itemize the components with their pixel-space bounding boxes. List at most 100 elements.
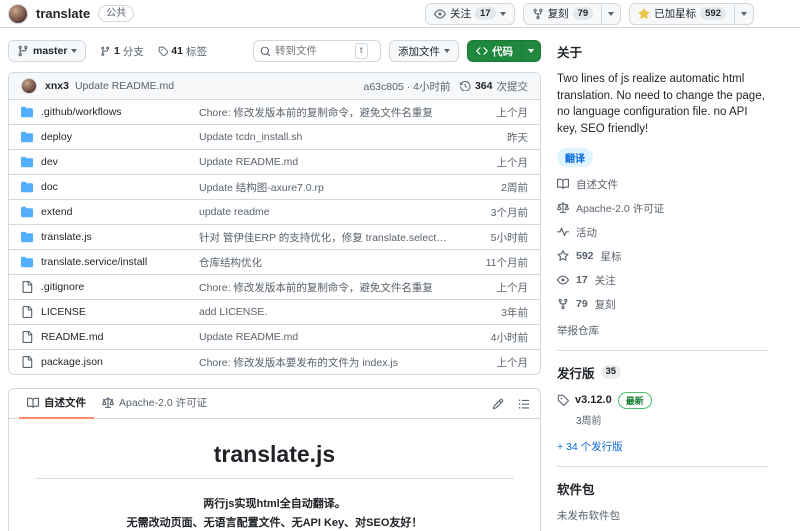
table-row[interactable]: README.md Update README.md 4小时前	[9, 324, 540, 349]
repo-actions: 关注 17 复刻 79 已加星标 592	[424, 2, 754, 25]
star-dropdown-button[interactable]	[735, 2, 754, 25]
commit-message-link[interactable]: Update README.md	[199, 156, 462, 168]
tags-label: 标签	[185, 45, 207, 58]
table-row[interactable]: translate.js 针对 管伊佳ERP 的支持优化，修复 translate…	[9, 224, 540, 249]
commit-message-link[interactable]: add LICENSE.	[199, 306, 462, 318]
tab-readme[interactable]: 自述文件	[19, 389, 94, 419]
file-name-cell[interactable]: translate.service/install	[21, 256, 199, 268]
sidebar-meta-item-repo-forked[interactable]: 79 复刻	[557, 297, 769, 312]
file-name-link[interactable]: package.json	[41, 356, 103, 368]
table-row[interactable]: .gitignore Chore: 修改发版本前的复制命令，避免文件名重复 上个月	[9, 274, 540, 299]
law-icon	[102, 396, 114, 409]
commit-message-link[interactable]: 仓库结构优化	[199, 255, 462, 270]
repo-meta-list: 自述文件 Apache-2.0 许可证 活动 592 星标 17 关注 79 复刻	[557, 177, 769, 312]
star-button[interactable]: 已加星标 592	[629, 2, 735, 25]
tab-license[interactable]: Apache-2.0 许可证	[94, 389, 215, 419]
more-releases-link[interactable]: + 34 个发行版	[557, 439, 769, 454]
file-name-link[interactable]: LICENSE	[41, 306, 86, 318]
readme-tagline-line2: 无需改动页面、无语言配置文件、无API Key、对SEO友好！	[126, 516, 423, 529]
topic-chip[interactable]: 翻译	[557, 147, 593, 167]
file-name-link[interactable]: deploy	[41, 131, 72, 143]
table-row[interactable]: doc Update 结构图-axure7.0.rp 2周前	[9, 174, 540, 199]
sidebar-meta-item-pulse[interactable]: 活动	[557, 225, 769, 240]
file-name-cell[interactable]: deploy	[21, 131, 199, 143]
table-row[interactable]: extend update readme 3个月前	[9, 199, 540, 224]
commits-count: 364	[474, 80, 493, 92]
star-button-group: 已加星标 592	[629, 2, 754, 25]
commits-label: 次提交	[496, 80, 529, 93]
file-name-link[interactable]: translate.js	[41, 231, 92, 243]
fork-button[interactable]: 复刻 79	[522, 2, 603, 25]
repo-title[interactable]: translate	[36, 6, 90, 21]
releases-title[interactable]: 发行版 35	[557, 363, 769, 382]
file-name-link[interactable]: translate.service/install	[41, 256, 147, 268]
commit-message-link[interactable]: Update 结构图-axure7.0.rp	[199, 180, 462, 195]
table-row[interactable]: .github/workflows Chore: 修改发版本前的复制命令，避免文件…	[9, 99, 540, 124]
file-name-cell[interactable]: dev	[21, 156, 199, 168]
file-name-cell[interactable]: translate.js	[21, 231, 199, 243]
fork-dropdown-button[interactable]	[602, 2, 622, 25]
file-name-link[interactable]: doc	[41, 181, 58, 193]
table-row[interactable]: LICENSE add LICENSE. 3年前	[9, 299, 540, 324]
sidebar-meta-item-law[interactable]: Apache-2.0 许可证	[557, 201, 769, 216]
code-dropdown-button[interactable]	[522, 40, 541, 62]
table-row[interactable]: deploy Update tcdn_install.sh 昨天	[9, 124, 540, 149]
commit-message-link[interactable]: Update tcdn_install.sh	[199, 131, 462, 143]
file-name-link[interactable]: README.md	[41, 331, 103, 343]
commit-message-link[interactable]: update readme	[199, 206, 462, 218]
latest-release[interactable]: v3.12.0 最新	[557, 391, 769, 409]
file-name-link[interactable]: .gitignore	[41, 281, 84, 293]
branch-icon	[100, 46, 111, 57]
star-icon	[557, 250, 569, 262]
file-name-cell[interactable]: extend	[21, 206, 199, 218]
go-to-file-search[interactable]: t	[253, 40, 381, 62]
commit-hash[interactable]: a63c805	[363, 81, 403, 93]
commit-message-link[interactable]: Chore: 修改发版本前的复制命令，避免文件名重复	[199, 105, 462, 120]
pulse-icon	[557, 226, 569, 238]
commit-message-link[interactable]: Chore: 修改发版本前的复制命令，避免文件名重复	[199, 280, 462, 295]
sidebar-meta-item-star[interactable]: 592 星标	[557, 249, 769, 264]
commit-author[interactable]: xnx3	[45, 80, 69, 92]
edit-pencil-icon[interactable]	[492, 398, 504, 410]
file-name-cell[interactable]: LICENSE	[21, 306, 199, 318]
report-repository-link[interactable]: 举报仓库	[557, 323, 769, 338]
code-button[interactable]: 代码	[467, 40, 522, 62]
commit-hash-time[interactable]: a63c805 · 4小时前	[363, 79, 450, 94]
file-name-cell[interactable]: .gitignore	[21, 281, 199, 293]
sidebar-meta-item-book[interactable]: 自述文件	[557, 177, 769, 192]
commit-message[interactable]: Update README.md	[75, 80, 174, 92]
file-name-cell[interactable]: package.json	[21, 356, 199, 368]
commit-author-avatar[interactable]	[21, 78, 37, 94]
branch-selector[interactable]: master	[8, 40, 87, 62]
file-name-cell[interactable]: README.md	[21, 331, 199, 343]
tags-link[interactable]: 41 标签	[158, 44, 207, 59]
file-name-cell[interactable]: .github/workflows	[21, 106, 199, 118]
release-time: 3周前	[576, 415, 602, 427]
file-name-cell[interactable]: doc	[21, 181, 199, 193]
branches-link[interactable]: 1 分支	[100, 44, 144, 59]
add-file-button[interactable]: 添加文件	[389, 40, 459, 62]
file-age: 3个月前	[490, 206, 528, 219]
eye-icon	[434, 8, 446, 20]
commit-message-link[interactable]: Update README.md	[199, 331, 462, 343]
watch-label: 关注	[449, 8, 471, 20]
table-row[interactable]: translate.service/install 仓库结构优化 11个月前	[9, 249, 540, 274]
watch-button[interactable]: 关注 17	[424, 2, 515, 25]
file-name-link[interactable]: extend	[41, 206, 73, 218]
file-name-link[interactable]: .github/workflows	[41, 106, 122, 118]
outline-list-icon[interactable]	[518, 398, 530, 410]
search-input[interactable]	[275, 45, 355, 57]
sidebar-meta-item-eye[interactable]: 17 关注	[557, 273, 769, 288]
repo-owner-avatar[interactable]	[8, 3, 28, 24]
release-version[interactable]: v3.12.0	[575, 394, 612, 406]
commit-message-link[interactable]: 针对 管伊佳ERP 的支持优化，修复 translate.selectLangu…	[199, 230, 462, 245]
folder-icon	[21, 131, 33, 143]
file-name-link[interactable]: dev	[41, 156, 58, 168]
latest-commit-bar: xnx3 Update README.md a63c805 · 4小时前 364…	[9, 73, 540, 99]
commit-message-link[interactable]: Chore: 修改发版本要发布的文件为 index.js	[199, 355, 462, 370]
commit-history-link[interactable]: 364 次提交	[460, 79, 528, 94]
chevron-down-icon	[444, 49, 450, 53]
table-row[interactable]: package.json Chore: 修改发版本要发布的文件为 index.js…	[9, 349, 540, 374]
about-description: Two lines of js realize automatic html t…	[557, 73, 765, 136]
table-row[interactable]: dev Update README.md 上个月	[9, 149, 540, 174]
